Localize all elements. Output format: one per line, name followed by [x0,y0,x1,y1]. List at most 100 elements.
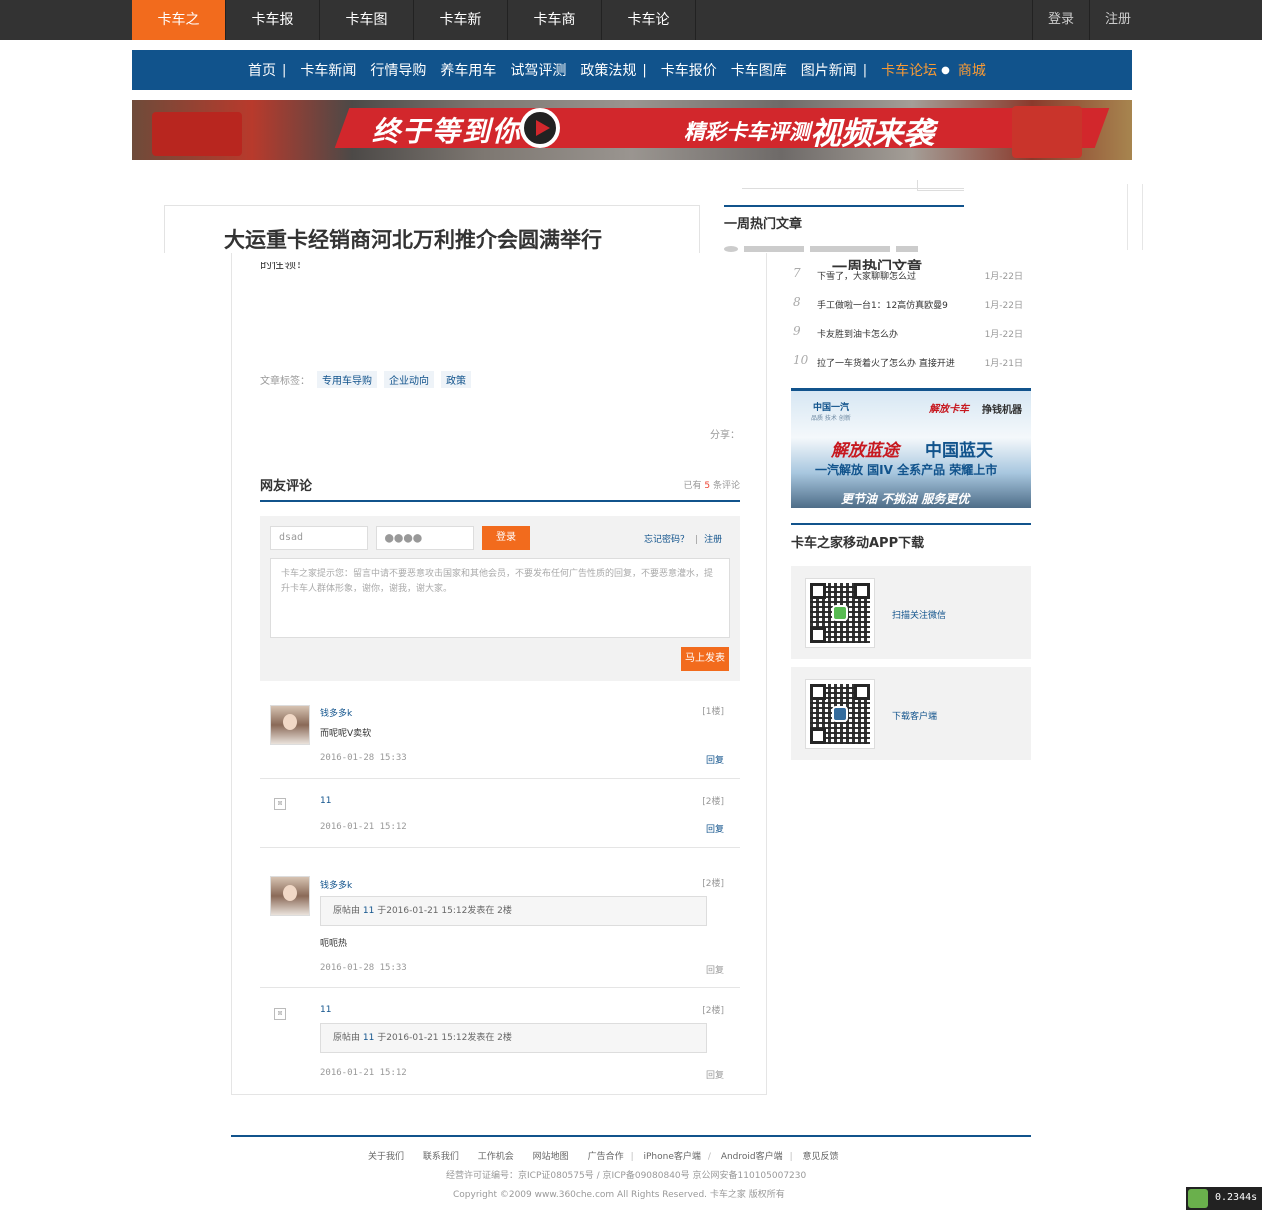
nav-price[interactable]: 卡车报价 [661,60,717,80]
nav-photo-news[interactable]: 图片新闻 [801,60,857,80]
rank-number: 9 [793,324,801,338]
rank-number: 10 [793,353,809,367]
register-link[interactable]: 注册 [704,535,722,545]
hot-article-item[interactable]: 8 手工做啦一台1：12高仿真欧曼9 1月-22日 [791,295,1031,313]
floor-number: [2楼] [702,797,724,807]
topnav-mall[interactable]: 卡车商城 [508,0,602,68]
post-comment-button[interactable]: 马上发表 [681,647,729,671]
reply-link[interactable]: 回复 [706,1068,724,1081]
ad-brand-faw: 中国一汽 [813,403,850,413]
username-input[interactable]: dsad [270,526,368,550]
hot-article-date: 1月-22日 [984,272,1023,282]
divider [260,847,740,848]
app-download-heading: 卡车之家移动APP下载 [791,536,925,551]
footer-ads[interactable]: 广告合作 [588,1152,624,1162]
footer-iphone[interactable]: iPhone客户端 [644,1152,701,1162]
comment-time: 2016-01-21 15:12 [320,1068,407,1078]
hot-article-title[interactable]: 下雪了，大家聊聊怎么过 [817,269,916,282]
footer-android[interactable]: Android客户端 [721,1152,783,1162]
nav-market-guide[interactable]: 行情导购 [370,60,426,80]
hot-article-item[interactable]: 10 拉了一车货着火了怎么办 直接开进 1月-21日 [791,353,1031,371]
top-nav: 卡车之家 卡车报价 卡车图库 卡车新闻 卡车商城 卡车论坛 [132,0,696,68]
download-client-label[interactable]: 下载客户端 [892,709,937,722]
search-box[interactable] [742,180,964,191]
wechat-label[interactable]: 扫描关注微信 [892,608,946,621]
share-label: 分享： [710,430,740,441]
nav-policy[interactable]: 政策法规 [580,60,636,80]
nav-separator: | [862,62,868,78]
copyright: Copyright ©2009 www.360che.com All Right… [453,1190,785,1200]
comment-user[interactable]: 钱多多k [320,878,352,891]
nav-maintenance[interactable]: 养车用车 [440,60,496,80]
forgot-password-link[interactable]: 忘记密码？ [644,535,689,545]
hot-article-title[interactable]: 拉了一车货着火了怎么办 直接开进 [817,356,955,369]
reply-link[interactable]: 回复 [706,963,724,976]
comment-text: 呃呃热 [320,939,348,949]
nav-separator: | [282,62,287,78]
hot-article-title[interactable]: 卡友胜到油卡怎么办 [817,327,898,340]
hot-article-item[interactable]: 7 下雪了，大家聊聊怎么过 1月-22日 [791,266,1031,284]
ad-line: 中国蓝天 [925,441,993,461]
topnav-price[interactable]: 卡车报价 [226,0,320,68]
wechat-icon [832,605,848,621]
tag[interactable]: 企业动向 [384,371,434,388]
avatar[interactable] [270,705,310,745]
comment-time: 2016-01-28 15:33 [320,753,407,763]
main-nav: 首页 | 卡车新闻 行情导购 养车用车 试驾评测 政策法规 | 卡车报价 卡车图库 … [132,50,1132,90]
article-title: 大运重卡经销商河北万利推介会圆满举行 [224,227,602,252]
truck-image [1012,106,1082,158]
wechat-qr-card[interactable]: 扫描关注微信 [791,566,1031,659]
login-button[interactable]: 登录 [482,526,530,550]
comment-user[interactable]: 钱多多k [320,706,352,719]
ad-brand-sub: 品质 技术 创新 [811,415,851,422]
register-link[interactable]: 注册 [1088,0,1146,40]
comment-user[interactable]: 11 [320,1005,331,1015]
truck-image [152,112,242,156]
comment-textarea[interactable]: 卡车之家提示您：留言中请不要恶意攻击国家和其他会员，不要发布任何广告性质的回复，… [270,558,730,638]
topnav-news[interactable]: 卡车新闻 [414,0,508,68]
nav-forum[interactable]: 卡车论坛 [881,60,937,80]
footer-feedback[interactable]: 意见反馈 [803,1152,839,1162]
footer-sitemap[interactable]: 网站地图 [533,1152,569,1162]
quoted-post: 原帖由 11 于2016-01-21 15:12发表在 2楼 [320,896,707,926]
nav-gallery[interactable]: 卡车图库 [731,60,787,80]
reply-link[interactable]: 回复 [706,822,724,835]
section-rule [724,205,964,207]
footer-about[interactable]: 关于我们 [368,1152,404,1162]
topnav-home[interactable]: 卡车之家 [132,0,226,68]
nav-mall[interactable]: 商城 [958,60,986,80]
account-help: 忘记密码？ | 注册 [644,532,722,545]
footer-contact[interactable]: 联系我们 [423,1152,459,1162]
ad-line: 更节油 不挑油 服务更优 [841,492,970,506]
app-qr-card[interactable]: 下载客户端 [791,667,1031,760]
wechat-qr-code [805,578,875,648]
tag[interactable]: 专用车导购 [317,371,377,388]
login-link[interactable]: 登录 [1031,0,1089,40]
video-banner[interactable]: 终于等到你 精彩卡车评测 视频来袭 [132,100,1132,160]
hot-article-item[interactable]: 9 卡友胜到油卡怎么办 1月-22日 [791,324,1031,342]
hot-article-date: 1月-21日 [984,359,1023,369]
comment-user[interactable]: 11 [320,796,331,806]
topnav-gallery[interactable]: 卡车图库 [320,0,414,68]
hot-article-title[interactable]: 手工做啦一台1：12高仿真欧曼9 [817,298,948,311]
ad-line: 一汽解放 国IV 全系产品 荣耀上市 [815,463,998,477]
nav-test-drive[interactable]: 试驾评测 [510,60,566,80]
tag[interactable]: 政策 [441,371,471,388]
footer-jobs[interactable]: 工作机会 [478,1152,514,1162]
floor-number: [1楼] [702,707,724,717]
leaf-icon [1188,1189,1208,1208]
comments-heading: 网友评论 [260,479,313,494]
reply-link[interactable]: 回复 [706,753,724,766]
article-tags: 文章标签： 专用车导购 企业动向 政策 [260,371,471,388]
avatar[interactable] [270,876,310,916]
frame-edge [1127,184,1128,250]
topnav-forum[interactable]: 卡车论坛 [602,0,696,68]
nav-home[interactable]: 首页 [248,60,276,80]
password-input[interactable]: ●●●● [376,526,474,550]
ad-line: 解放蓝途 [831,441,899,461]
banner-text-3: 视频来袭 [810,116,934,152]
frame-edge [1142,184,1143,250]
nav-truck-news[interactable]: 卡车新闻 [300,60,356,80]
app-qr-code [805,679,875,749]
faw-advertisement[interactable]: 中国一汽 品质 技术 创新 解放卡车 挣钱机器 解放蓝途 中国蓝天 一汽解放 国… [791,388,1031,508]
